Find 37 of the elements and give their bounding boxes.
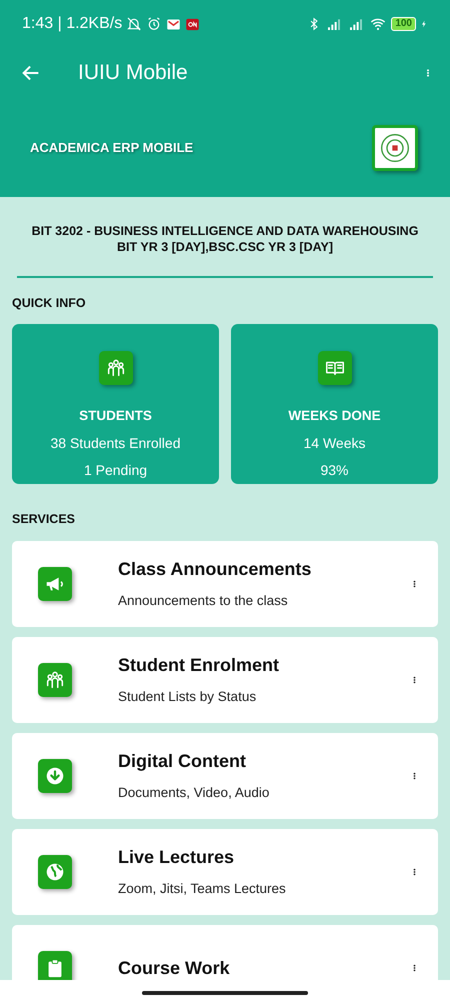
service-card[interactable]: Digital Content Documents, Video, Audio	[12, 733, 438, 819]
battery-indicator: 100	[391, 17, 416, 31]
download-icon	[44, 765, 66, 787]
service-card[interactable]: Live Lectures Zoom, Jitsi, Teams Lectures	[12, 829, 438, 915]
service-card[interactable]: Class Announcements Announcements to the class	[12, 541, 438, 627]
tile-text: 93%	[320, 460, 349, 480]
tile-text: 14 Weeks	[304, 434, 366, 452]
service-subtitle: Zoom, Jitsi, Teams Lectures	[118, 880, 287, 898]
people-icon	[44, 669, 66, 691]
service-card[interactable]: Student Enrolment Student Lists by Status	[12, 637, 438, 723]
course-title: BIT 3202 - BUSINESS INTELLIGENCE AND DATA WAREHOUSING	[30, 223, 420, 240]
service-title: Course Work	[118, 956, 231, 980]
service-card[interactable]: Course Work	[12, 925, 438, 980]
service-title: Live Lectures	[118, 846, 236, 870]
course-groups: BIT YR 3 [DAY],BSC.CSC YR 3 [DAY]	[8, 239, 442, 256]
bell-off-icon	[126, 16, 142, 32]
tile-title: WEEKS DONE	[288, 407, 381, 426]
section-heading: SERVICES	[11, 511, 76, 528]
banner-label: ACADEMICA ERP MOBILE	[30, 138, 194, 157]
globe-icon	[44, 861, 66, 883]
seal-icon	[379, 132, 411, 164]
tile-title: STUDENTS	[79, 407, 152, 426]
service-subtitle: Student Lists by Status	[118, 688, 258, 706]
status-time: 1:43 | 1.2KB/s	[22, 14, 122, 34]
section-heading: QUICK INFO	[11, 294, 87, 312]
mail-icon	[166, 16, 182, 32]
service-title: Digital Content	[118, 750, 247, 774]
tile-text: 38 Students Enrolled	[50, 434, 180, 452]
wifi-icon	[369, 16, 388, 32]
tile-text: 1 Pending	[84, 460, 148, 480]
alarm-icon	[146, 16, 162, 32]
app-icon	[185, 16, 200, 32]
service-title: Class Announcements	[118, 558, 312, 582]
service-subtitle: Documents, Video, Audio	[118, 784, 270, 802]
service-title: Student Enrolment	[118, 654, 280, 678]
service-subtitle: Announcements to the class	[118, 592, 289, 610]
app-title: IUIU Mobile	[78, 60, 188, 86]
